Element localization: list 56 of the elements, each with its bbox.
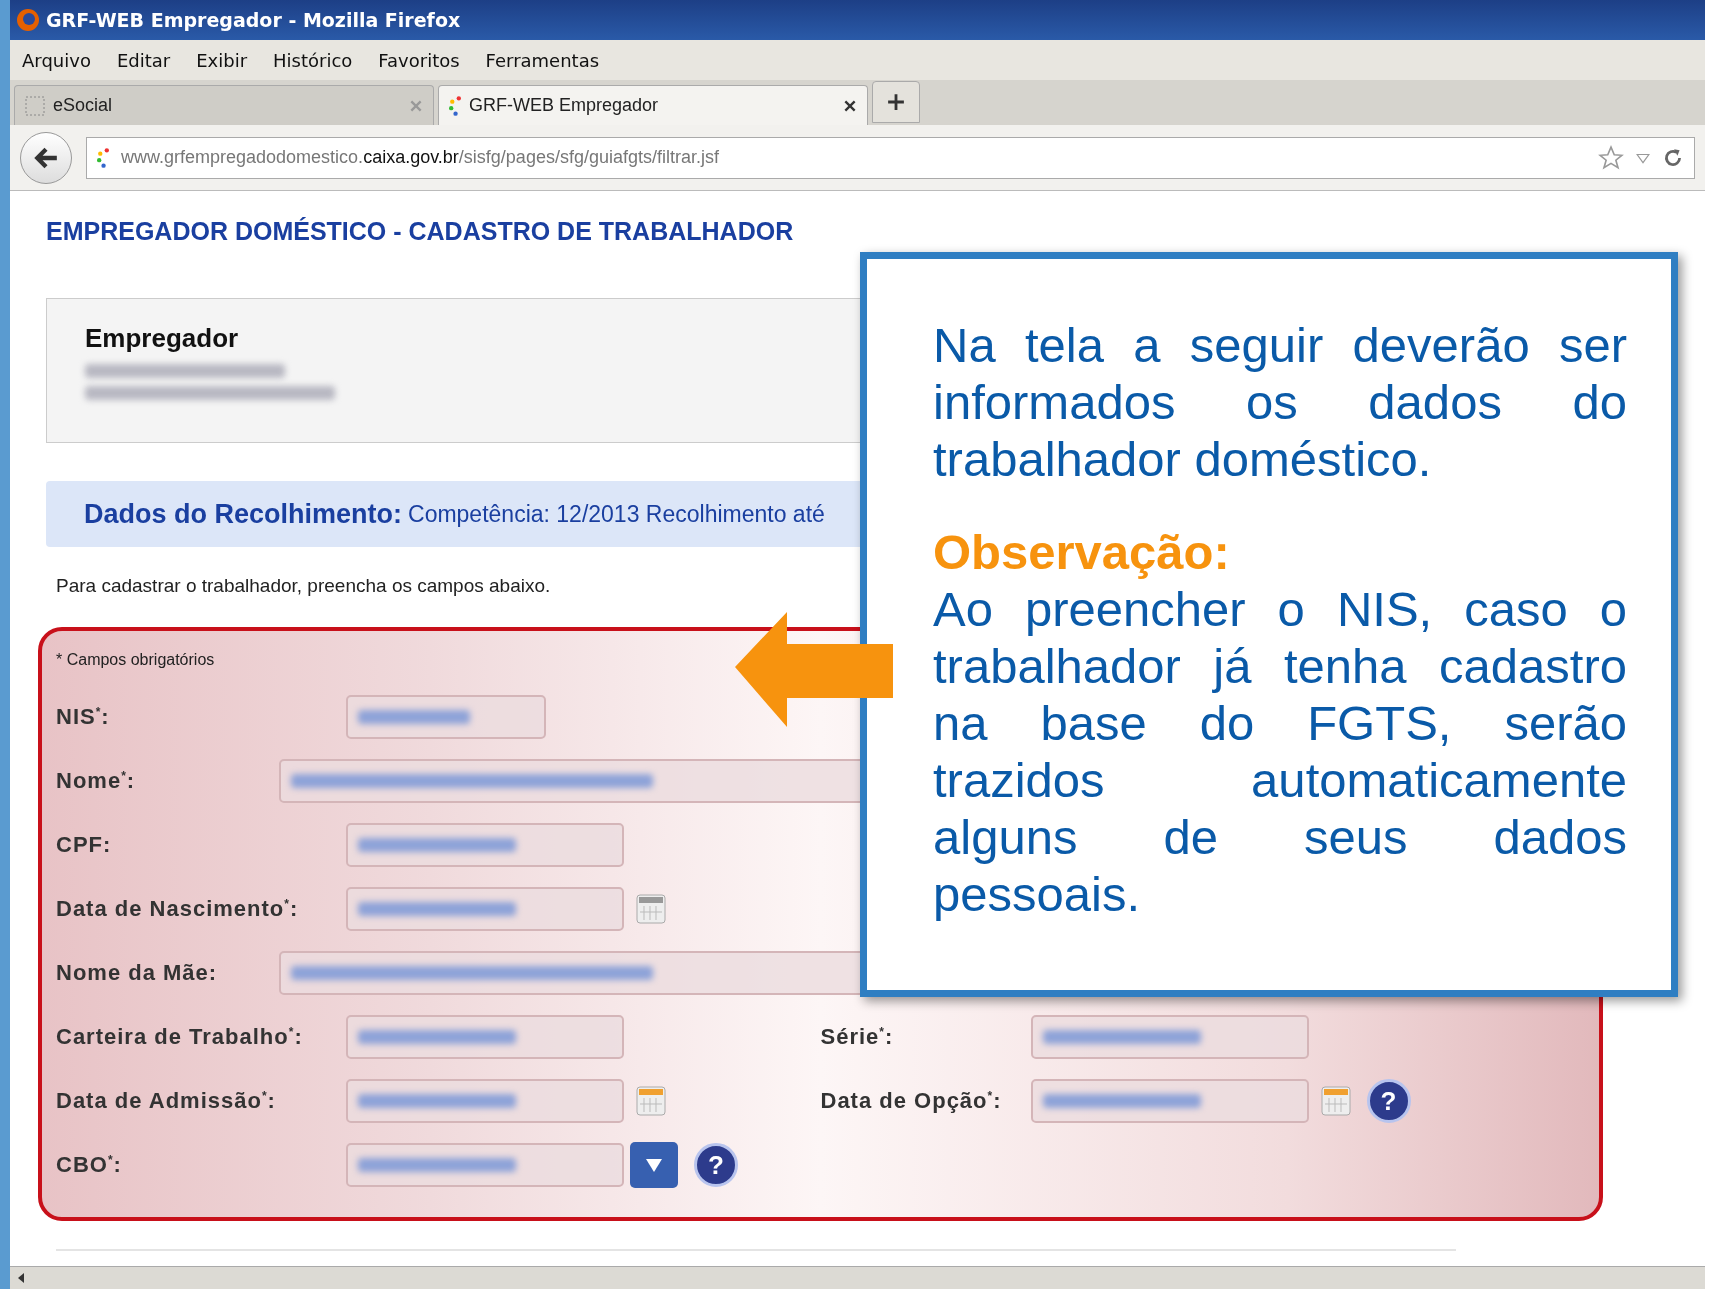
new-tab-button[interactable] [872,81,920,123]
menu-item[interactable]: Histórico [273,49,353,71]
browser-logo-icon [16,8,40,32]
input-field[interactable] [346,1015,624,1059]
close-icon[interactable] [843,98,857,113]
field-label: Nome da Mãe: [56,960,219,986]
back-button[interactable] [20,131,72,184]
input-field[interactable] [1030,1079,1309,1123]
address-bar[interactable]: www.grfempregadodomestico.caixa.gov.br/sisfg/pages/sfg/guiafgts/filtrar.jsf [86,136,1695,179]
page-heading: EMPREGADOR DOMÉSTICO - CADASTRO DE TRABALHADOR [46,217,795,246]
arrow-icon [735,612,895,727]
field-label: Série$^{*}$: [820,1024,895,1050]
callout-note-title: Observação: [933,524,1231,581]
field-label: CBO$^{*}$: [56,1152,123,1178]
browser-tab[interactable]: eSocial [14,85,434,125]
field-label: Nome$^{*}$: [56,768,137,794]
input-field[interactable] [346,887,624,931]
horizontal-scrollbar[interactable] [10,1266,1705,1289]
loading-dots-icon [449,95,461,116]
calendar-icon[interactable] [636,1086,666,1116]
input-field[interactable] [346,1079,624,1123]
collection-label: Dados do Recolhimento: [84,498,402,530]
dropdown-button[interactable] [630,1142,678,1188]
callout-note-text: Ao preencher o NIS, caso o trabalhador já tenha cadastro na base do FGTS, serão trazidos automaticamente alguns de seus dados pessoais. [933,581,1627,923]
window-title: GRF-WEB Empregador - Mozilla Firefox [46,9,461,31]
field-label: Data de Opção$^{*}$: [820,1088,1003,1114]
input-field[interactable] [1030,1015,1309,1059]
menu-item[interactable]: Exibir [196,49,248,71]
callout-text: Na tela a seguir deverão ser informados os dados do trabalhador doméstico. [933,317,1627,488]
input-field[interactable] [346,695,546,739]
menu-item[interactable]: Ferramentas [485,49,600,71]
menu-item[interactable]: Arquivo [22,49,91,71]
url-text: www.grfempregadodomestico.caixa.gov.br/sisfg/pages/sfg/guiafgts/filtrar.jsf [121,147,720,168]
required-note: * Campos obrigatórios [56,651,215,669]
help-button[interactable]: ? [694,1143,738,1187]
field-label: Data de Admissão$^{*}$: [56,1088,277,1114]
reload-icon[interactable] [1662,146,1684,169]
menu-item[interactable]: Favoritos [378,49,460,71]
page-icon [25,95,45,116]
calendar-icon[interactable] [1320,1086,1351,1116]
calendar-icon[interactable] [636,894,666,924]
help-button[interactable]: ? [1366,1079,1411,1123]
employer-title: Empregador [85,323,239,354]
plus-icon [887,93,905,111]
input-field[interactable] [346,823,624,867]
star-icon[interactable] [1598,144,1624,171]
field-label: Data de Nascimento$^{*}$: [56,896,300,922]
instruction-text: Para cadastrar o trabalhador, preencha os campos abaixo. [56,575,552,597]
field-label: CPF: [56,832,113,858]
menu-item[interactable]: Editar [116,49,171,71]
browser-tab[interactable]: GRF-WEB Empregador [438,85,868,125]
field-label: NIS$^{*}$: [56,704,111,730]
collection-details: Competência: 12/2013 Recolhimento até [408,500,825,528]
input-field[interactable] [346,1143,624,1187]
loading-dots-icon [97,147,109,168]
field-label: Carteira de Trabalho$^{*}$: [56,1024,304,1050]
